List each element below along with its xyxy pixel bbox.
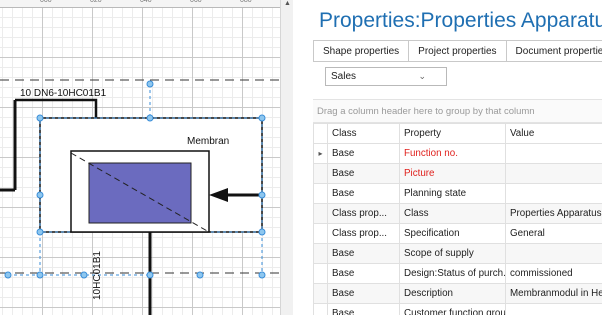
table-row[interactable]: Base Picture — [313, 163, 602, 184]
row-indicator — [313, 203, 328, 224]
cell-property[interactable]: Description — [399, 283, 506, 304]
selection-handle — [4, 271, 12, 279]
cell-class[interactable]: Class prop... — [327, 203, 400, 224]
cell-property[interactable]: Customer function group — [399, 303, 506, 315]
cell-class[interactable]: Base — [327, 163, 400, 184]
pipe-line — [15, 98, 98, 118]
scroll-up-icon[interactable]: ▲ — [284, 0, 291, 7]
cell-class[interactable]: Base — [327, 183, 400, 204]
property-tabs: Shape properties Project properties Docu… — [313, 40, 602, 62]
cell-property[interactable]: Planning state — [399, 183, 506, 204]
selection-handle — [36, 114, 44, 122]
grid-header-row: Class Property Value — [313, 123, 602, 144]
cell-class[interactable]: Base — [327, 263, 400, 284]
row-indicator — [313, 163, 328, 184]
row-indicator — [313, 243, 328, 264]
vertical-pipe-label: 10HC01B1 — [92, 251, 103, 300]
table-row[interactable]: ▸ Base Function no. — [313, 143, 602, 164]
tab-document-properties[interactable]: Document properties — [505, 40, 602, 62]
cell-value[interactable] — [505, 163, 602, 184]
column-header-value[interactable]: Value — [505, 123, 602, 144]
row-indicator-header — [313, 123, 328, 144]
cell-value[interactable] — [505, 303, 602, 315]
cell-value[interactable] — [505, 243, 602, 264]
properties-panel: Properties:Properties Apparatus Shape pr… — [305, 0, 602, 315]
filter-dropdown[interactable]: Sales ⌄ — [325, 67, 447, 86]
row-indicator — [313, 183, 328, 204]
selection-handle — [36, 271, 44, 279]
membrane-element — [88, 162, 192, 224]
selection-handle — [146, 114, 154, 122]
row-indicator — [313, 283, 328, 304]
cell-property[interactable]: Function no. — [399, 143, 506, 164]
tabs-divider — [313, 61, 602, 62]
canvas-vertical-scrollbar[interactable]: ▲ — [280, 0, 293, 315]
tab-project-properties[interactable]: Project properties — [408, 40, 507, 62]
cell-class[interactable]: Base — [327, 143, 400, 164]
drawing-canvas[interactable]: 000 020 040 060 080 10 DN6-10HC01B1 Memb… — [0, 0, 293, 315]
table-row[interactable]: Class prop... Specification General — [313, 223, 602, 244]
component-label: Membran — [187, 136, 230, 147]
cell-property[interactable]: Design:Status of purch... — [399, 263, 506, 284]
selection-handle — [258, 191, 266, 199]
group-by-hint[interactable]: Drag a column header here to group by th… — [313, 99, 602, 123]
row-indicator — [313, 263, 328, 284]
cell-value[interactable]: Membranmodul in Hei — [505, 283, 602, 304]
cell-class[interactable]: Base — [327, 303, 400, 315]
cell-value[interactable] — [505, 183, 602, 204]
cell-property[interactable]: Specification — [399, 223, 506, 244]
table-row[interactable]: Base Scope of supply — [313, 243, 602, 264]
pipe-label: 10 DN6-10HC01B1 — [20, 88, 107, 99]
chevron-down-icon[interactable]: ⌄ — [418, 68, 426, 85]
panel-title: Properties:Properties Apparatus — [319, 9, 602, 32]
selection-handle — [146, 271, 154, 279]
selection-handle — [146, 80, 154, 88]
column-header-property[interactable]: Property — [399, 123, 506, 144]
table-row[interactable]: Base Design:Status of purch... commissio… — [313, 263, 602, 284]
cell-value[interactable]: General — [505, 223, 602, 244]
cell-class[interactable]: Base — [327, 283, 400, 304]
cell-property[interactable]: Class — [399, 203, 506, 224]
selection-handle — [258, 228, 266, 236]
selection-handle — [80, 271, 88, 279]
selection-handle — [258, 271, 266, 279]
cell-property[interactable]: Scope of supply — [399, 243, 506, 264]
cell-value[interactable]: commissioned — [505, 263, 602, 284]
filter-dropdown-value: Sales — [331, 71, 357, 82]
properties-grid: Class Property Value ▸ Base Function no.… — [313, 123, 602, 315]
process-diagram — [0, 79, 280, 315]
selection-handle — [196, 271, 204, 279]
cell-class[interactable]: Base — [327, 243, 400, 264]
selection-handle — [36, 228, 44, 236]
tab-shape-properties[interactable]: Shape properties — [313, 40, 410, 62]
selection-handle — [258, 114, 266, 122]
selection-handle — [36, 191, 44, 199]
table-row[interactable]: Class prop... Class Properties Apparatus — [313, 203, 602, 224]
cell-property[interactable]: Picture — [399, 163, 506, 184]
table-row[interactable]: Base Planning state — [313, 183, 602, 204]
table-row[interactable]: Base Description Membranmodul in Hei — [313, 283, 602, 304]
table-row[interactable]: Base Customer function group — [313, 303, 602, 315]
row-indicator — [313, 303, 328, 315]
cell-class[interactable]: Class prop... — [327, 223, 400, 244]
current-row-indicator-icon: ▸ — [313, 143, 328, 164]
cell-value[interactable]: Properties Apparatus — [505, 203, 602, 224]
row-indicator — [313, 223, 328, 244]
column-header-class[interactable]: Class — [327, 123, 400, 144]
cell-value[interactable] — [505, 143, 602, 164]
